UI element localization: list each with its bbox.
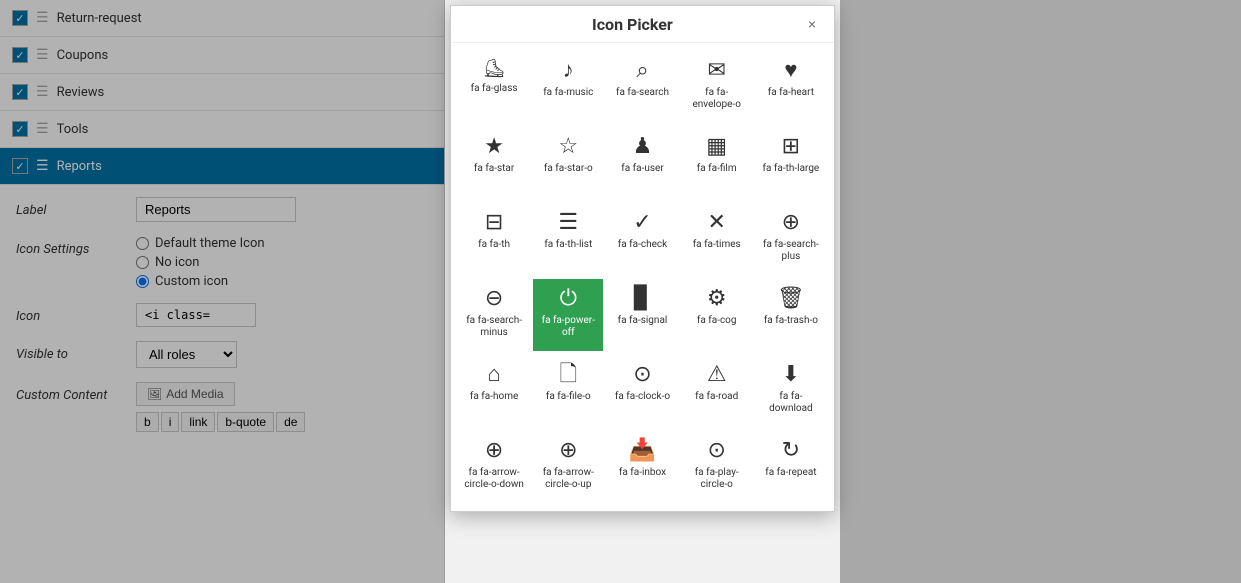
icon-cell-fa-fa-search-plus[interactable]: ⊕ fa fa-search-plus (756, 203, 826, 275)
icon-name: fa fa-power-off (538, 315, 598, 339)
icon-cell-fa-fa-check[interactable]: ✓ fa fa-check (607, 203, 677, 275)
icon-glyph: ✓ (633, 212, 651, 234)
icon-glyph: ⊞ (782, 136, 800, 158)
modal-close-button[interactable]: × (802, 14, 822, 34)
icon-name: fa fa-arrow-circle-o-up (538, 467, 598, 491)
icon-name: fa fa-clock-o (615, 391, 670, 403)
icon-name: fa fa-search-minus (464, 315, 524, 339)
icon-cell-fa-fa-heart[interactable]: ♥ fa fa-heart (756, 51, 826, 123)
icon-glyph: ⚠ (707, 364, 727, 386)
icon-cell-fa-fa-arrow-circle-o-up[interactable]: ⊕ fa fa-arrow-circle-o-up (533, 431, 603, 503)
icon-glyph: ⊕ (782, 212, 800, 234)
icon-name: fa fa-trash-o (764, 315, 818, 327)
icon-picker-modal: Icon Picker × ⛸ fa fa-glass ♪ fa fa-musi… (450, 5, 835, 512)
icon-glyph: ⏻ (560, 288, 577, 310)
icon-name: fa fa-search (616, 87, 669, 99)
icon-cell-fa-fa-search-minus[interactable]: ⊖ fa fa-search-minus (459, 279, 529, 351)
icon-name: fa fa-repeat (765, 467, 816, 479)
icon-name: fa fa-arrow-circle-o-down (464, 467, 524, 491)
icon-glyph: ☆ (558, 136, 578, 158)
icon-glyph: ▦ (706, 136, 727, 158)
icon-cell-fa-fa-th-list[interactable]: ☰ fa fa-th-list (533, 203, 603, 275)
left-overlay (0, 0, 445, 583)
icon-glyph: ⌕ (636, 60, 648, 82)
icon-glyph: ⊖ (485, 288, 503, 310)
icon-glyph: ⌂ (487, 364, 500, 386)
icon-name: fa fa-star-o (544, 163, 593, 175)
icon-glyph: 🗋 (559, 364, 577, 386)
icon-name: fa fa-file-o (546, 391, 591, 403)
icon-cell-fa-fa-times[interactable]: ✕ fa fa-times (682, 203, 752, 275)
icon-glyph: ⛸ (483, 60, 506, 78)
icon-cell-fa-fa-glass[interactable]: ⛸ fa fa-glass (459, 51, 529, 123)
icon-name: fa fa-envelope-o (687, 87, 747, 111)
icon-glyph: ↻ (782, 440, 800, 462)
icon-glyph: ⬇ (782, 364, 800, 386)
icon-cell-fa-fa-envelope-o[interactable]: ✉ fa fa-envelope-o (682, 51, 752, 123)
icon-cell-fa-fa-repeat[interactable]: ↻ fa fa-repeat (756, 431, 826, 503)
icon-name: fa fa-cog (697, 315, 737, 327)
icon-glyph: ⊙ (707, 440, 725, 462)
icon-cell-fa-fa-clock-o[interactable]: ⊙ fa fa-clock-o (607, 355, 677, 427)
icon-glyph: ★ (484, 136, 504, 158)
icon-cell-fa-fa-home[interactable]: ⌂ fa fa-home (459, 355, 529, 427)
icon-cell-fa-fa-signal[interactable]: ▊ fa fa-signal (607, 279, 677, 351)
icon-name: fa fa-th (478, 239, 510, 251)
icon-cell-fa-fa-download[interactable]: ⬇ fa fa-download (756, 355, 826, 427)
modal-header: Icon Picker × (451, 6, 834, 43)
icon-glyph: 🗑 (777, 288, 805, 310)
icon-cell-fa-fa-film[interactable]: ▦ fa fa-film (682, 127, 752, 199)
modal-title: Icon Picker (463, 15, 802, 34)
icon-name: fa fa-music (543, 87, 593, 99)
icon-name: fa fa-film (697, 163, 737, 175)
icon-cell-fa-fa-user[interactable]: ♟ fa fa-user (607, 127, 677, 199)
icon-glyph: ✕ (707, 212, 725, 234)
icon-name: fa fa-glass (471, 83, 518, 95)
icon-cell-fa-fa-search[interactable]: ⌕ fa fa-search (607, 51, 677, 123)
icon-glyph: ✉ (707, 60, 725, 82)
icon-glyph: ⊕ (485, 440, 503, 462)
icon-name: fa fa-check (618, 239, 667, 251)
icon-name: fa fa-times (693, 239, 741, 251)
icon-glyph: ⊟ (485, 212, 503, 234)
icon-glyph: ☰ (558, 212, 578, 234)
icon-cell-fa-fa-trash-o[interactable]: 🗑 fa fa-trash-o (756, 279, 826, 351)
icon-cell-fa-fa-play-circle-o[interactable]: ⊙ fa fa-play-circle-o (682, 431, 752, 503)
icon-grid: ⛸ fa fa-glass ♪ fa fa-music ⌕ fa fa-sear… (459, 51, 826, 503)
icon-cell-fa-fa-cog[interactable]: ⚙ fa fa-cog (682, 279, 752, 351)
icon-cell-fa-fa-th-large[interactable]: ⊞ fa fa-th-large (756, 127, 826, 199)
icon-glyph: ⊕ (559, 440, 577, 462)
icon-cell-fa-fa-music[interactable]: ♪ fa fa-music (533, 51, 603, 123)
icon-name: fa fa-signal (618, 315, 668, 327)
icon-name: fa fa-home (470, 391, 518, 403)
icon-name: fa fa-road (695, 391, 738, 403)
modal-body: ⛸ fa fa-glass ♪ fa fa-music ⌕ fa fa-sear… (451, 43, 834, 511)
icon-name: fa fa-user (621, 163, 663, 175)
icon-glyph: ▊ (634, 288, 651, 310)
icon-cell-fa-fa-power-off[interactable]: ⏻ fa fa-power-off (533, 279, 603, 351)
icon-glyph: 📥 (629, 440, 656, 462)
icon-name: fa fa-download (761, 391, 821, 415)
icon-name: fa fa-th-large (763, 163, 820, 175)
icon-glyph: ♪ (563, 60, 574, 82)
icon-cell-fa-fa-star-o[interactable]: ☆ fa fa-star-o (533, 127, 603, 199)
icon-name: fa fa-search-plus (761, 239, 821, 263)
icon-cell-fa-fa-road[interactable]: ⚠ fa fa-road (682, 355, 752, 427)
icon-cell-fa-fa-star[interactable]: ★ fa fa-star (459, 127, 529, 199)
icon-name: fa fa-th-list (544, 239, 592, 251)
icon-name: fa fa-play-circle-o (687, 467, 747, 491)
icon-name: fa fa-inbox (619, 467, 666, 479)
icon-cell-fa-fa-arrow-circle-o-down[interactable]: ⊕ fa fa-arrow-circle-o-down (459, 431, 529, 503)
icon-cell-fa-fa-th[interactable]: ⊟ fa fa-th (459, 203, 529, 275)
icon-glyph: ⊙ (633, 364, 651, 386)
icon-name: fa fa-heart (768, 87, 814, 99)
icon-cell-fa-fa-file-o[interactable]: 🗋 fa fa-file-o (533, 355, 603, 427)
icon-cell-fa-fa-inbox[interactable]: 📥 fa fa-inbox (607, 431, 677, 503)
icon-glyph: ♟ (633, 136, 653, 158)
icon-glyph: ⚙ (707, 288, 727, 310)
icon-name: fa fa-star (474, 163, 514, 175)
icon-glyph: ♥ (784, 60, 797, 82)
right-overlay (840, 0, 1241, 583)
